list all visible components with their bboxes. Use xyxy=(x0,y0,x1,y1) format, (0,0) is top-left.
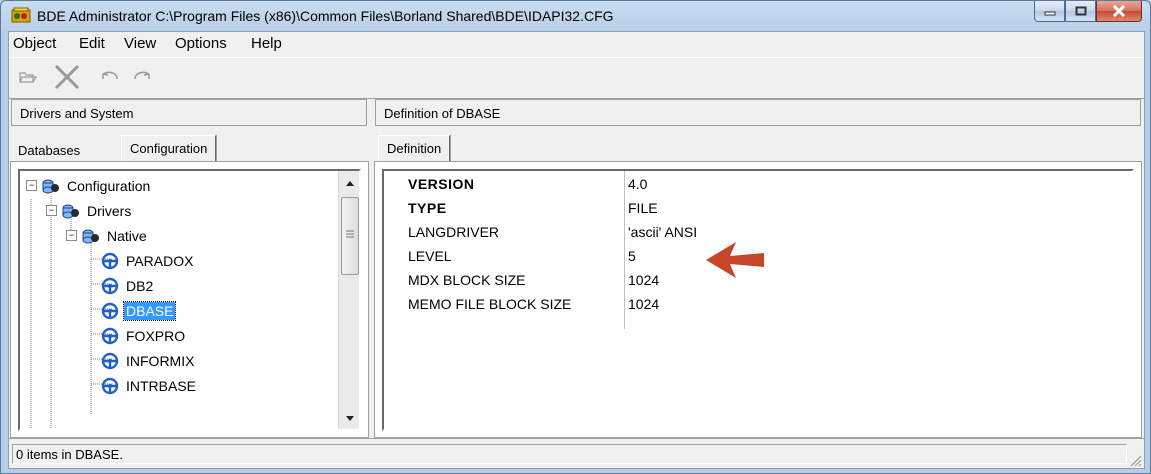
tree-item-db2[interactable]: DB2 xyxy=(86,273,155,298)
property-value[interactable]: 1024 xyxy=(628,296,659,312)
collapse-toggle-icon[interactable]: − xyxy=(26,180,37,191)
scroll-up-icon[interactable] xyxy=(345,179,355,187)
property-name: MDX BLOCK SIZE xyxy=(408,272,526,288)
driver-icon xyxy=(101,327,119,344)
driver-icon xyxy=(101,352,119,369)
property-value[interactable]: 4.0 xyxy=(628,176,647,192)
toolbar xyxy=(9,57,1144,99)
tree-item-configuration[interactable]: − Configuration xyxy=(26,173,152,198)
property-name: LEVEL xyxy=(408,248,452,264)
left-pane-header: Drivers and System xyxy=(11,99,367,126)
maximize-icon xyxy=(1075,6,1086,16)
tree-view[interactable]: − Configuration − Drivers − Native PARADOX DB2 D… xyxy=(18,169,361,431)
maximize-button[interactable] xyxy=(1065,1,1096,22)
driver-icon xyxy=(101,277,119,294)
menu-object[interactable]: Object xyxy=(13,35,56,52)
scroll-down-icon[interactable] xyxy=(345,415,355,423)
tab-configuration[interactable]: Configuration xyxy=(121,135,217,162)
property-value[interactable]: FILE xyxy=(628,200,658,216)
tree-item-native[interactable]: − Native xyxy=(66,223,149,248)
config-icon xyxy=(42,179,59,193)
tree-item-label: Configuration xyxy=(67,177,151,194)
scroll-thumb[interactable] xyxy=(341,197,359,275)
property-value[interactable]: 1024 xyxy=(628,272,659,288)
tree-item-informix[interactable]: INFORMIX xyxy=(86,348,196,373)
menu-options[interactable]: Options xyxy=(175,35,227,52)
window-title: BDE Administrator C:\Program Files (x86)… xyxy=(37,8,614,24)
left-tab-strip: Databases Configuration xyxy=(15,135,365,163)
open-icon[interactable] xyxy=(19,70,37,84)
tree-item-label: Native xyxy=(107,227,147,244)
property-row-type[interactable]: TYPE FILE xyxy=(384,196,1132,220)
status-bar: 0 items in DBASE. xyxy=(9,438,1144,469)
drivers-icon xyxy=(62,204,79,218)
delete-icon[interactable] xyxy=(53,64,81,90)
tree-item-label: Drivers xyxy=(87,202,132,219)
minimize-button[interactable] xyxy=(1034,1,1065,22)
tree-scrollbar[interactable] xyxy=(338,171,359,429)
collapse-toggle-icon[interactable]: − xyxy=(66,230,77,241)
driver-icon xyxy=(101,302,119,319)
close-button[interactable] xyxy=(1096,1,1142,22)
menu-view[interactable]: View xyxy=(124,35,156,52)
tree-item-foxpro[interactable]: FOXPRO xyxy=(86,323,187,348)
property-name: VERSION xyxy=(408,176,475,192)
right-tab-panel: VERSION 4.0 TYPE FILE LANGDRIVER 'ascii' ANSI… xyxy=(374,161,1142,438)
property-value[interactable]: 'ascii' ANSI xyxy=(628,224,697,240)
status-text: 0 items in DBASE. xyxy=(12,444,1127,464)
driver-icon xyxy=(101,377,119,394)
menu-edit[interactable]: Edit xyxy=(79,35,105,52)
app-window: BDE Administrator C:\Program Files (x86)… xyxy=(0,0,1151,474)
menu-help[interactable]: Help xyxy=(251,35,282,52)
property-value[interactable]: 5 xyxy=(628,248,636,264)
right-tab-strip: Definition xyxy=(378,135,1138,163)
tree-item-label: DBASE xyxy=(122,300,177,321)
tree-item-label: DB2 xyxy=(126,277,154,294)
redo-icon[interactable] xyxy=(131,70,153,84)
title-bar[interactable]: BDE Administrator C:\Program Files (x86)… xyxy=(1,1,1150,31)
property-row-memo-file-block-size[interactable]: MEMO FILE BLOCK SIZE 1024 xyxy=(384,292,1132,316)
property-grid[interactable]: VERSION 4.0 TYPE FILE LANGDRIVER 'ascii' ANSI… xyxy=(382,169,1134,431)
left-tab-panel: − Configuration − Drivers − Native PARADOX DB2 D… xyxy=(10,161,369,438)
tree-item-label: FOXPRO xyxy=(126,327,186,344)
tab-definition[interactable]: Definition xyxy=(378,135,451,162)
tree-item-label: INFORMIX xyxy=(126,352,195,369)
minimize-icon xyxy=(1044,11,1055,16)
left-arrow-icon xyxy=(706,242,764,278)
property-name: LANGDRIVER xyxy=(408,224,500,240)
menu-bar: Object Edit View Options Help xyxy=(9,32,1144,56)
annotation-arrow xyxy=(706,242,764,278)
undo-icon[interactable] xyxy=(99,70,121,84)
right-pane-header: Definition of DBASE xyxy=(375,99,1141,126)
native-icon xyxy=(82,229,99,243)
property-name: MEMO FILE BLOCK SIZE xyxy=(408,296,572,312)
tab-databases[interactable]: Databases xyxy=(15,137,83,164)
tree-item-paradox[interactable]: PARADOX xyxy=(86,248,195,273)
close-icon xyxy=(1112,5,1126,17)
property-name: TYPE xyxy=(408,200,447,216)
collapse-toggle-icon[interactable]: − xyxy=(46,205,57,216)
tree-item-intrbase[interactable]: INTRBASE xyxy=(86,373,198,398)
client-area: Object Edit View Options Help Drivers an… xyxy=(8,31,1145,469)
bde-app-icon xyxy=(11,7,31,23)
tree-item-label: PARADOX xyxy=(126,252,194,269)
property-row-version[interactable]: VERSION 4.0 xyxy=(384,172,1132,196)
tree-item-drivers[interactable]: − Drivers xyxy=(46,198,133,223)
tree-item-dbase[interactable]: DBASE xyxy=(86,298,177,323)
grip-icon xyxy=(346,230,354,238)
resize-grip-icon[interactable] xyxy=(1128,453,1142,467)
tree-item-label: INTRBASE xyxy=(126,377,197,394)
driver-icon xyxy=(101,252,119,269)
